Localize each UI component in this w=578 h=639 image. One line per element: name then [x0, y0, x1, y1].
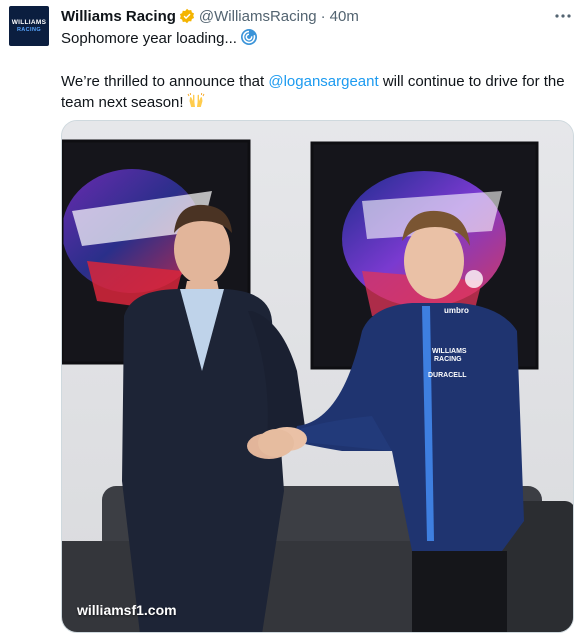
photo-illustration: umbro WILLIAMS RACING DURACELL	[62, 121, 573, 632]
timestamp[interactable]: 40m	[330, 8, 359, 25]
cyclone-icon	[240, 28, 258, 52]
raising-hands-icon	[187, 92, 205, 116]
tweet-card[interactable]: WILLIAMS RACING Williams Racing @William…	[0, 0, 578, 639]
more-options-icon[interactable]	[552, 6, 574, 26]
tweet-line-2: We’re thrilled to announce that @logansa…	[61, 72, 566, 116]
tweet-photo[interactable]: umbro WILLIAMS RACING DURACELL williamsf…	[61, 120, 574, 633]
handshake	[258, 429, 294, 457]
avatar-line2: RACING	[16, 26, 42, 33]
separator: ·	[320, 7, 326, 25]
verified-badge-icon[interactable]	[179, 8, 195, 24]
mention-link[interactable]: @logansargeant	[268, 73, 378, 90]
tweet-text: Sophomore year loading... We’re thrilled…	[61, 28, 566, 116]
handle[interactable]: @WilliamsRacing	[199, 8, 317, 25]
tweet-line-1: Sophomore year loading...	[61, 28, 566, 52]
avatar-line1: WILLIAMS	[11, 18, 47, 26]
tweet-line-2-prefix: We’re thrilled to announce that	[61, 73, 269, 90]
jacket-logo-umbro: umbro	[444, 306, 469, 315]
tweet-line-1-text: Sophomore year loading...	[61, 30, 237, 47]
display-name[interactable]: Williams Racing	[61, 8, 176, 25]
jacket-logo-racing: RACING	[434, 356, 462, 363]
jacket-logo-duracell: DURACELL	[428, 372, 467, 379]
photo-source-caption: williamsf1.com	[77, 602, 177, 618]
avatar[interactable]: WILLIAMS RACING	[9, 6, 49, 46]
tweet-header: Williams Racing @WilliamsRacing · 40m	[61, 6, 359, 26]
jacket-logo-williams: WILLIAMS	[432, 348, 467, 355]
